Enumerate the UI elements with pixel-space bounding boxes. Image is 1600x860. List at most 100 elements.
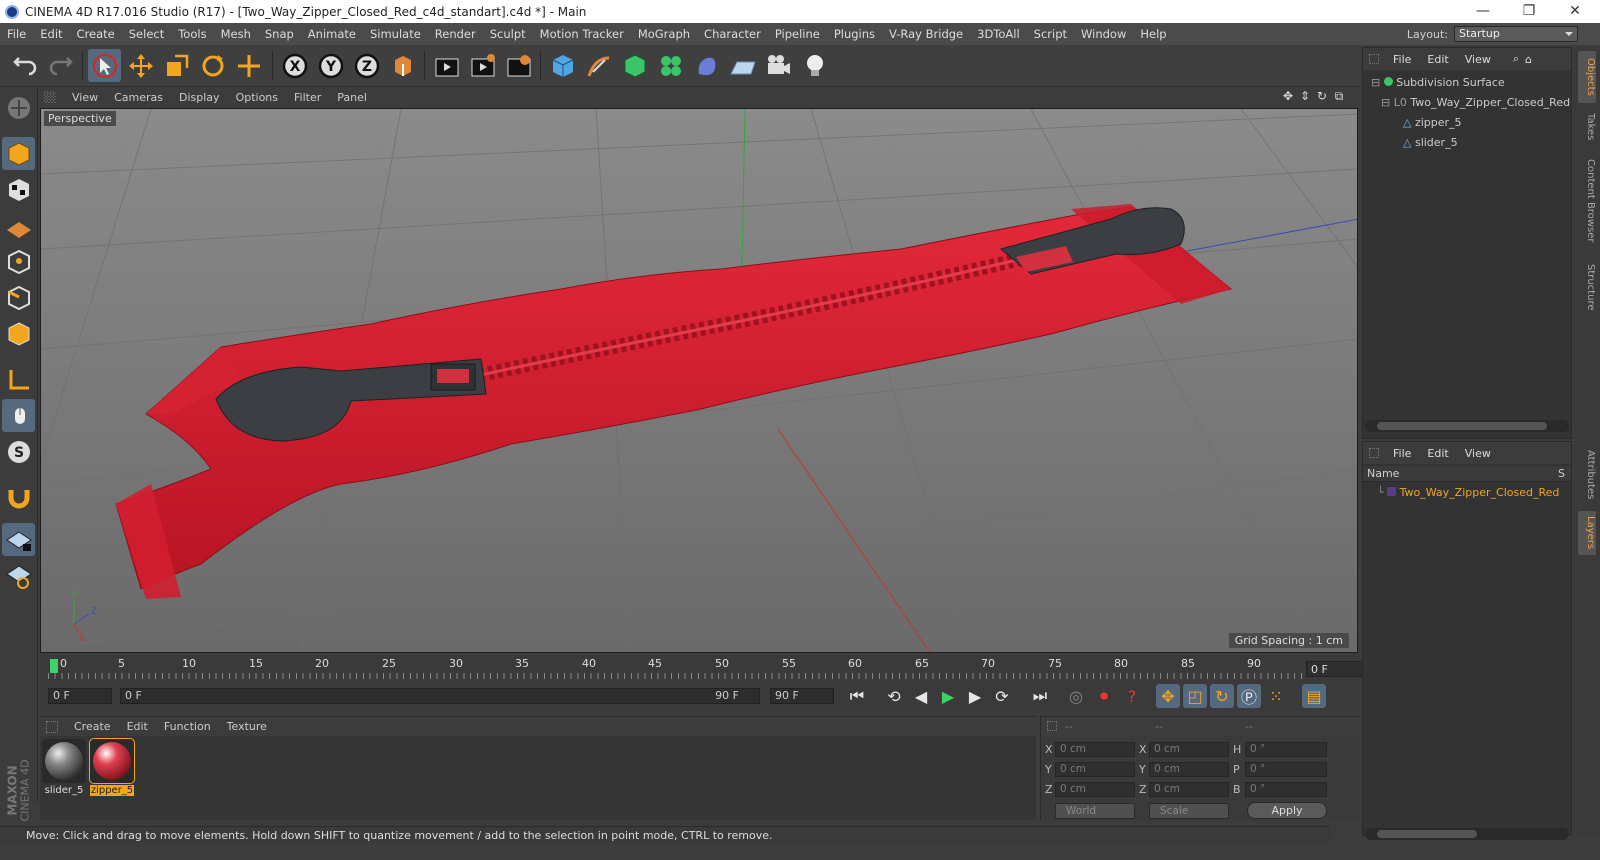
object-row-slider[interactable]: △ slider_5 [1363, 133, 1571, 153]
viewport-menu-view[interactable]: View [64, 91, 106, 104]
loop-icon[interactable]: ⟲ [882, 684, 906, 708]
layer-manager-scrollbar[interactable] [1365, 828, 1569, 840]
key-scale-icon[interactable]: ◰ [1183, 684, 1207, 708]
material-menu-function[interactable]: Function [156, 720, 219, 733]
dolly-icon[interactable]: ⇕ [1298, 89, 1312, 103]
panel-grip-icon[interactable] [1369, 54, 1379, 64]
toggle-view-icon[interactable]: ⧉ [1332, 89, 1346, 103]
next-key-icon[interactable]: ▶ [963, 684, 987, 708]
menu-help[interactable]: Help [1133, 27, 1173, 41]
viewport-menu-panel[interactable]: Panel [329, 91, 375, 104]
frame-range-slider[interactable]: 0 F 90 F [120, 688, 760, 704]
size-x-field[interactable]: 0 cm [1149, 742, 1229, 757]
tab-content-browser[interactable]: Content Browser [1578, 151, 1596, 251]
menu-tools[interactable]: Tools [171, 27, 213, 41]
object-row-zipper[interactable]: △ zipper_5 [1363, 113, 1571, 133]
record-disabled-icon[interactable]: ◎ [1064, 684, 1088, 708]
coordinate-space-dropdown[interactable]: World [1055, 803, 1135, 819]
camera-icon[interactable] [762, 49, 795, 82]
menu-simulate[interactable]: Simulate [363, 27, 428, 41]
rot-p-field[interactable]: 0 ° [1245, 762, 1327, 777]
material-menu-edit[interactable]: Edit [119, 720, 156, 733]
layer-menu-file[interactable]: File [1385, 447, 1419, 460]
model-mode-icon[interactable] [2, 137, 35, 170]
menu-animate[interactable]: Animate [301, 27, 363, 41]
tweak-mode-icon[interactable] [2, 399, 35, 432]
maximize-button[interactable]: ❐ [1506, 0, 1552, 23]
menu-script[interactable]: Script [1027, 27, 1074, 41]
rotate-icon[interactable] [196, 49, 229, 82]
light-icon[interactable] [798, 49, 831, 82]
y-axis-icon[interactable]: Y [314, 49, 347, 82]
pen-icon[interactable] [582, 49, 615, 82]
timeline-window-icon[interactable]: ▤ [1302, 684, 1326, 708]
planar-workplane-icon[interactable] [2, 559, 35, 592]
pan-icon[interactable]: ✥ [1281, 89, 1295, 103]
material-slider-5[interactable]: slider_5 [42, 739, 86, 796]
redo-icon[interactable] [44, 49, 77, 82]
locked-workplane-icon[interactable] [2, 523, 35, 556]
material-menu-create[interactable]: Create [66, 720, 119, 733]
loop-forward-icon[interactable]: ⟳ [990, 684, 1014, 708]
move-icon[interactable] [124, 49, 157, 82]
menu-vray-bridge[interactable]: V-Ray Bridge [882, 27, 970, 41]
menu-create[interactable]: Create [70, 27, 122, 41]
menu-pipeline[interactable]: Pipeline [768, 27, 827, 41]
panel-grip-icon[interactable] [1047, 721, 1057, 731]
viewport-menu-options[interactable]: Options [228, 91, 286, 104]
keyframe-selection-icon[interactable]: ? [1120, 684, 1144, 708]
viewport-menu-cameras[interactable]: Cameras [106, 91, 171, 104]
search-icon[interactable]: ⌕ [1513, 52, 1519, 66]
menu-character[interactable]: Character [697, 27, 768, 41]
panel-grip-icon[interactable] [44, 91, 56, 103]
orbit-icon[interactable]: ↻ [1315, 89, 1329, 103]
3d-viewport[interactable]: Y Z X Perspective Grid Spacing : 1 cm [40, 108, 1358, 653]
z-axis-icon[interactable]: Z [350, 49, 383, 82]
menu-snap[interactable]: Snap [258, 27, 301, 41]
panel-grip-icon[interactable] [46, 720, 58, 733]
tab-structure[interactable]: Structure [1578, 257, 1596, 317]
x-axis-icon[interactable]: X [278, 49, 311, 82]
tab-layers[interactable]: Layers [1578, 511, 1596, 555]
size-z-field[interactable]: 0 cm [1149, 782, 1229, 797]
minimize-button[interactable]: — [1460, 0, 1506, 23]
tab-objects[interactable]: Objects [1578, 51, 1596, 103]
key-position-icon[interactable]: ✥ [1156, 684, 1180, 708]
magnet-icon[interactable] [2, 479, 35, 512]
menu-mesh[interactable]: Mesh [214, 27, 258, 41]
object-menu-file[interactable]: File [1385, 53, 1419, 66]
menu-motion-tracker[interactable]: Motion Tracker [533, 27, 631, 41]
end-frame-field[interactable]: 90 F [770, 688, 834, 704]
tab-takes[interactable]: Takes [1578, 107, 1596, 147]
scale-icon[interactable] [160, 49, 193, 82]
menu-edit[interactable]: Edit [33, 27, 69, 41]
edges-mode-icon[interactable] [2, 281, 35, 314]
key-parameter-icon[interactable]: Ⓟ [1237, 684, 1261, 708]
cube-icon[interactable] [546, 49, 579, 82]
viewport-camera-label[interactable]: Perspective [44, 111, 116, 126]
home-icon[interactable]: ⌂ [1525, 53, 1532, 66]
rot-h-field[interactable]: 0 ° [1245, 742, 1327, 757]
playhead-marker[interactable] [50, 659, 58, 673]
pos-x-field[interactable]: 0 cm [1055, 742, 1135, 757]
key-rotation-icon[interactable]: ↻ [1210, 684, 1234, 708]
live-select-icon[interactable] [88, 49, 121, 82]
panel-grip-icon[interactable] [1369, 448, 1379, 458]
apply-button[interactable]: Apply [1247, 802, 1327, 819]
previous-key-icon[interactable]: ◀ [909, 684, 933, 708]
layout-dropdown[interactable]: Startup [1454, 26, 1578, 42]
subdivision-icon[interactable] [618, 49, 651, 82]
size-y-field[interactable]: 0 cm [1149, 762, 1229, 777]
snap-icon[interactable]: S [2, 435, 35, 468]
material-zipper-5[interactable]: zipper_5 [89, 738, 135, 796]
close-button[interactable]: ✕ [1552, 0, 1598, 23]
start-frame-field[interactable]: 0 F [48, 688, 112, 704]
deformer-icon[interactable] [690, 49, 723, 82]
menu-window[interactable]: Window [1074, 27, 1133, 41]
layer-menu-edit[interactable]: Edit [1419, 447, 1456, 460]
menu-file[interactable]: File [0, 27, 33, 41]
floor-icon[interactable] [726, 49, 759, 82]
polygons-mode-icon[interactable] [2, 317, 35, 350]
layer-menu-view[interactable]: View [1457, 447, 1499, 460]
recent-tool-icon[interactable] [232, 49, 265, 82]
